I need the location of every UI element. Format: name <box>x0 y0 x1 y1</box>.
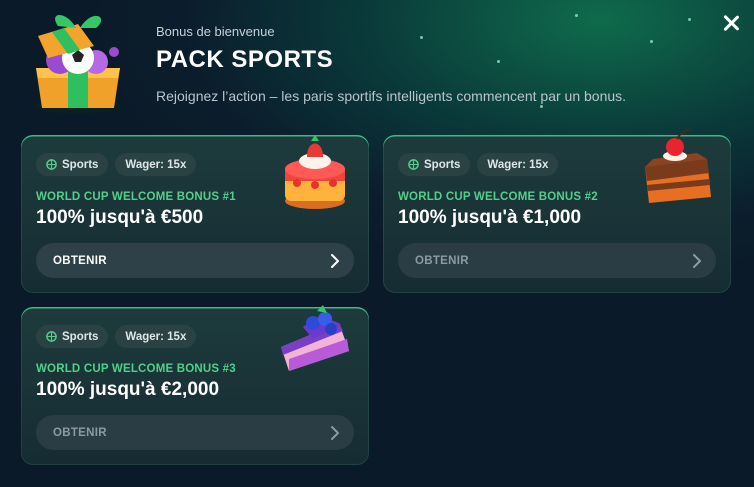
bonus-title: WORLD CUP WELCOME BONUS #2 <box>398 191 598 203</box>
obtain-button-label: OBTENIR <box>53 426 107 439</box>
bonus-card-2: Sports Wager: 15x WORLD CUP WELCOME BONU… <box>383 129 731 293</box>
bonus-card-3: Sports Wager: 15x WORLD CUP WELCOME BONU… <box>21 305 369 465</box>
bonus-title: WORLD CUP WELCOME BONUS #1 <box>36 191 236 203</box>
chevron-right-icon <box>331 425 339 440</box>
sports-tag-label: Sports <box>424 158 461 171</box>
obtain-button[interactable]: OBTENIR <box>398 243 716 278</box>
bonus-amount: 100% jusqu'à €500 <box>36 207 204 228</box>
sports-tag: Sports <box>398 153 471 176</box>
sports-tag-label: Sports <box>62 158 99 171</box>
bonus-title: WORLD CUP WELCOME BONUS #3 <box>36 363 236 375</box>
wager-tag: Wager: 15x <box>115 153 197 176</box>
obtain-button-label: OBTENIR <box>415 254 469 267</box>
chevron-right-icon <box>693 253 701 268</box>
page-tagline: Rejoignez l’action – les paris sportifs … <box>156 88 627 104</box>
wager-tag-label: Wager: 15x <box>125 158 187 171</box>
wager-tag: Wager: 15x <box>115 325 197 348</box>
strawberry-cake-icon <box>285 135 345 209</box>
chevron-right-icon <box>331 253 339 268</box>
obtain-button[interactable]: OBTENIR <box>36 243 354 278</box>
sports-tag: Sports <box>36 153 109 176</box>
close-icon[interactable] <box>720 12 742 34</box>
sports-icon <box>408 159 419 170</box>
bonus-card-1: Sports Wager: 15x WORLD CUP WELCOME BONU… <box>21 135 369 293</box>
bonus-amount: 100% jusqu'à €1,000 <box>398 207 582 228</box>
gift-box-icon <box>34 15 122 114</box>
blueberry-cake-icon <box>281 305 349 371</box>
wager-tag: Wager: 15x <box>477 153 559 176</box>
obtain-button-label: OBTENIR <box>53 254 107 267</box>
sports-tag: Sports <box>36 325 109 348</box>
sports-icon <box>46 331 57 342</box>
cherry-cake-icon <box>645 129 711 203</box>
page-title: PACK SPORTS <box>156 46 334 73</box>
sports-icon <box>46 159 57 170</box>
bonus-amount: 100% jusqu'à €2,000 <box>36 379 220 400</box>
obtain-button[interactable]: OBTENIR <box>36 415 354 450</box>
wager-tag-label: Wager: 15x <box>125 330 187 343</box>
wager-tag-label: Wager: 15x <box>487 158 549 171</box>
bonus-subtitle: Bonus de bienvenue <box>156 24 275 39</box>
sports-tag-label: Sports <box>62 330 99 343</box>
